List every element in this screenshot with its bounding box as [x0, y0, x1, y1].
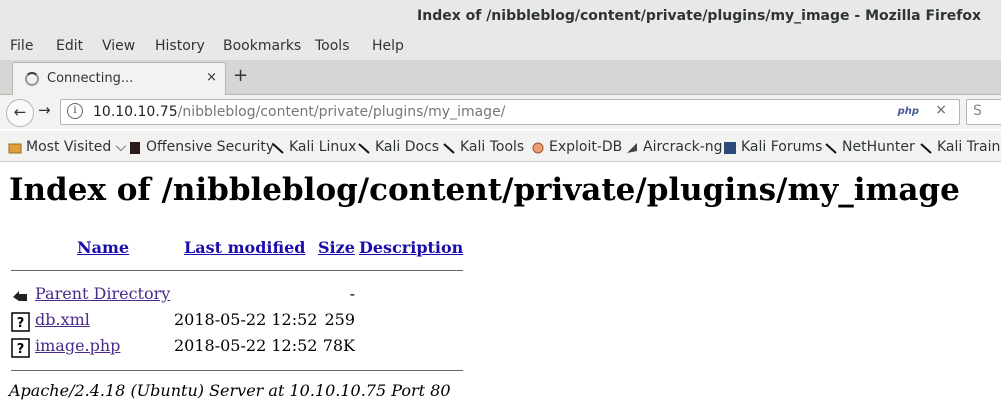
bookmark-kali-docs[interactable]: Kali Docs: [375, 139, 439, 155]
url-path: /nibbleblog/content/private/plugins/my_i…: [177, 104, 506, 120]
back-folder-icon: [13, 291, 27, 301]
kali-dragon-icon: [358, 143, 370, 154]
column-header-size[interactable]: Size: [318, 238, 355, 257]
tab-bar: Connecting... ×: [0, 60, 1001, 95]
file-size: -: [349, 284, 355, 303]
column-header-last-modified[interactable]: Last modified: [184, 238, 305, 257]
bookmark-nethunter[interactable]: NetHunter: [842, 139, 915, 155]
menu-bookmarks[interactable]: Bookmarks: [223, 38, 301, 54]
menu-view[interactable]: View: [102, 38, 135, 54]
file-link-image-php[interactable]: image.php: [35, 336, 120, 355]
url-text[interactable]: 10.10.10.75/nibbleblog/content/private/p…: [93, 104, 505, 120]
divider: [11, 370, 463, 371]
forward-button[interactable]: →: [38, 101, 51, 119]
unknown-file-icon: ?: [11, 338, 30, 358]
bookmarks-toolbar: Most Visited ⌵ Offensive Security Kali L…: [0, 131, 1001, 162]
forums-icon: [724, 142, 736, 154]
menu-edit[interactable]: Edit: [56, 38, 83, 54]
unknown-file-icon: ?: [11, 312, 30, 332]
tab-close-icon[interactable]: ×: [206, 70, 217, 85]
table-row: ? image.php 2018-05-22 12:52 78K: [0, 335, 470, 359]
server-signature: Apache/2.4.18 (Ubuntu) Server at 10.10.1…: [9, 381, 451, 400]
site-info-icon[interactable]: i: [67, 103, 83, 119]
tab-label: Connecting...: [47, 71, 134, 86]
page-title: Index of /nibbleblog/content/private/plu…: [9, 172, 960, 208]
php-icon: php: [897, 106, 919, 117]
page-content: Index of /nibbleblog/content/private/plu…: [0, 162, 1001, 420]
window-title: Index of /nibbleblog/content/private/plu…: [417, 8, 981, 24]
aircrack-icon: [627, 143, 637, 153]
column-header-description[interactable]: Description: [359, 238, 463, 257]
file-link-db-xml[interactable]: db.xml: [35, 310, 90, 329]
menu-bar: File Edit View History Bookmarks Tools H…: [0, 34, 1001, 60]
bookmark-kali-linux[interactable]: Kali Linux: [289, 139, 356, 155]
bookmark-offensive-security[interactable]: Offensive Security: [146, 139, 274, 155]
title-bar: Index of /nibbleblog/content/private/plu…: [0, 0, 1001, 34]
search-box[interactable]: S: [966, 99, 1001, 125]
file-modified: 2018-05-22 12:52: [174, 310, 318, 329]
table-row: Parent Directory -: [0, 283, 470, 307]
menu-tools[interactable]: Tools: [315, 38, 350, 54]
search-placeholder: S: [973, 103, 982, 119]
kali-dragon-icon: [443, 143, 455, 154]
url-host: 10.10.10.75: [93, 104, 178, 120]
file-link-parent-directory[interactable]: Parent Directory: [35, 284, 170, 303]
clear-url-icon[interactable]: ×: [935, 102, 947, 118]
new-tab-button[interactable]: +: [233, 65, 248, 86]
file-size: 259: [324, 310, 355, 329]
divider: [11, 270, 463, 271]
bookmark-aircrack-ng[interactable]: Aircrack-ng: [643, 139, 723, 155]
file-size: 78K: [322, 336, 355, 355]
bookmark-exploit-db[interactable]: Exploit-DB: [549, 139, 622, 155]
bookmark-kali-tools[interactable]: Kali Tools: [460, 139, 524, 155]
bookmark-most-visited[interactable]: Most Visited ⌵: [26, 139, 126, 155]
tab-current[interactable]: Connecting... ×: [12, 62, 226, 95]
bookmark-kali-training[interactable]: Kali Trainin: [937, 139, 1001, 155]
bookmark-kali-forums[interactable]: Kali Forums: [741, 139, 822, 155]
kali-dragon-icon: [272, 143, 284, 154]
menu-history[interactable]: History: [155, 38, 205, 54]
back-button[interactable]: ←: [6, 99, 34, 127]
kali-dragon-icon: [825, 143, 837, 154]
file-modified: 2018-05-22 12:52: [174, 336, 318, 355]
menu-help[interactable]: Help: [372, 38, 404, 54]
svg-text:?: ?: [17, 342, 25, 357]
loading-spinner-icon: [25, 72, 39, 86]
url-bar[interactable]: i 10.10.10.75/nibbleblog/content/private…: [60, 99, 960, 125]
kali-dragon-icon: [920, 143, 932, 154]
exploitdb-icon: [532, 142, 544, 154]
folder-icon: [8, 143, 22, 154]
svg-text:?: ?: [17, 316, 25, 331]
menu-file[interactable]: File: [10, 38, 33, 54]
offsec-icon: [130, 142, 140, 154]
table-row: ? db.xml 2018-05-22 12:52 259: [0, 309, 470, 333]
column-header-name[interactable]: Name: [77, 238, 129, 257]
